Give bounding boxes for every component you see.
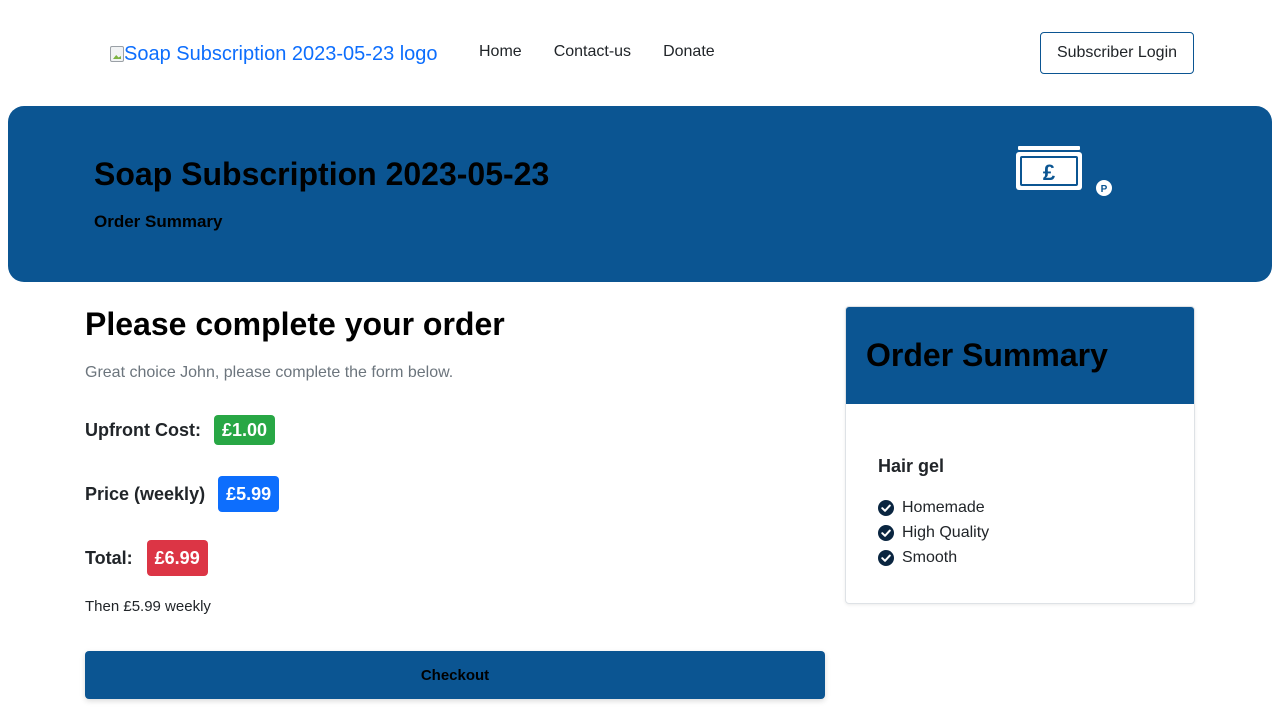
list-item: Smooth <box>878 545 989 570</box>
total-row: Total: £6.99 <box>85 540 208 576</box>
order-summary-card: Order Summary Hair gel Homemade High Qua… <box>845 306 1195 604</box>
upfront-cost-label: Upfront Cost: <box>85 419 201 440</box>
site-logo[interactable]: Soap Subscription 2023-05-23 logo <box>110 42 438 66</box>
upfront-cost-row: Upfront Cost: £1.00 <box>85 415 276 445</box>
order-heading: Please complete your order <box>85 306 505 342</box>
greeting-text: Great choice John, please complete the f… <box>85 364 454 381</box>
weekly-price-badge: £5.99 <box>218 476 280 512</box>
upfront-cost-badge: £1.00 <box>213 415 276 445</box>
list-item: High Quality <box>878 520 989 545</box>
feature-list: Homemade High Quality Smooth <box>878 495 989 570</box>
recurring-text: Then £5.99 weekly <box>85 598 211 615</box>
navbar: Soap Subscription 2023-05-23 logo Home C… <box>0 0 1280 106</box>
svg-text:£: £ <box>1043 160 1056 185</box>
feature-label: High Quality <box>902 523 990 541</box>
check-circle-icon <box>878 499 894 516</box>
feature-label: Smooth <box>902 548 958 566</box>
pound-banknote-icon: £ P <box>1016 146 1114 198</box>
nav-link-contact-us[interactable]: Contact-us <box>554 42 631 62</box>
nav-links: Home Contact-us Donate <box>479 42 715 62</box>
checkout-button[interactable]: Checkout <box>85 651 825 699</box>
nav-link-home[interactable]: Home <box>479 42 522 62</box>
check-circle-icon <box>878 549 894 566</box>
list-item: Homemade <box>878 495 989 520</box>
card-title: Order Summary <box>866 337 1108 373</box>
logo-alt-text: Soap Subscription 2023-05-23 logo <box>124 42 438 65</box>
nav-link-donate[interactable]: Donate <box>663 42 715 62</box>
feature-label: Homemade <box>902 498 985 516</box>
subscriber-login-button[interactable]: Subscriber Login <box>1040 32 1194 74</box>
weekly-price-row: Price (weekly) £5.99 <box>85 476 280 512</box>
hero-banner: Soap Subscription 2023-05-23 Order Summa… <box>8 106 1272 282</box>
broken-image-icon <box>110 46 124 62</box>
card-header: Order Summary <box>846 307 1194 404</box>
hero-subtitle: Order Summary <box>94 212 223 231</box>
total-label: Total: <box>85 547 133 568</box>
product-name: Hair gel <box>878 456 945 476</box>
check-circle-icon <box>878 524 894 541</box>
page-title: Soap Subscription 2023-05-23 <box>94 156 550 192</box>
total-badge: £6.99 <box>146 540 208 576</box>
weekly-price-label: Price (weekly) <box>85 483 206 504</box>
svg-text:P: P <box>1101 184 1108 195</box>
